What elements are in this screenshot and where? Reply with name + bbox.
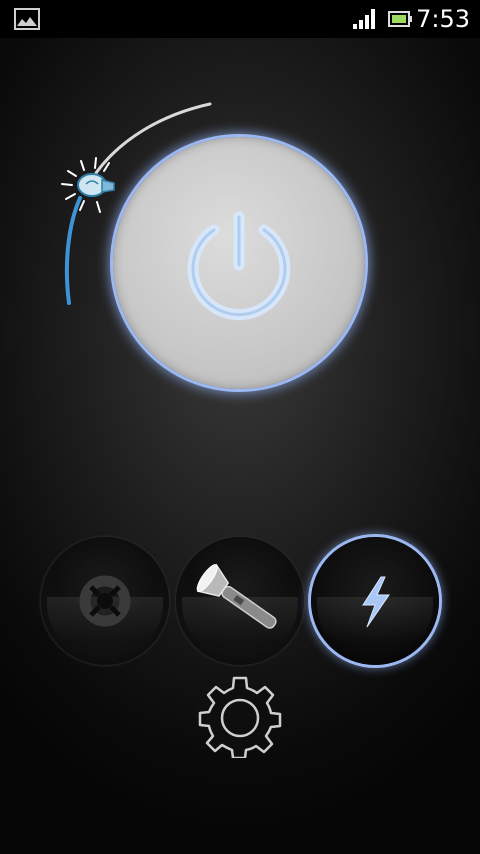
lightning-bolt-icon xyxy=(362,576,390,628)
power-icon xyxy=(187,211,291,321)
status-time: 7:53 xyxy=(416,5,470,33)
signal-strength-icon xyxy=(353,9,375,29)
flashlight-icon xyxy=(196,563,277,629)
settings-gear-button[interactable] xyxy=(198,674,282,758)
screen-light-mode-button[interactable] xyxy=(41,537,169,665)
flashlight-mode-button[interactable] xyxy=(176,537,304,665)
battery-icon xyxy=(388,11,412,27)
gear-icon xyxy=(198,676,282,758)
lifebuoy-icon xyxy=(79,575,131,627)
light-bulb-icon[interactable] xyxy=(61,157,115,213)
status-bar: 7:53 xyxy=(0,0,480,38)
strobe-mode-button[interactable] xyxy=(311,537,439,665)
gallery-icon xyxy=(14,8,40,30)
power-button[interactable] xyxy=(113,137,365,389)
